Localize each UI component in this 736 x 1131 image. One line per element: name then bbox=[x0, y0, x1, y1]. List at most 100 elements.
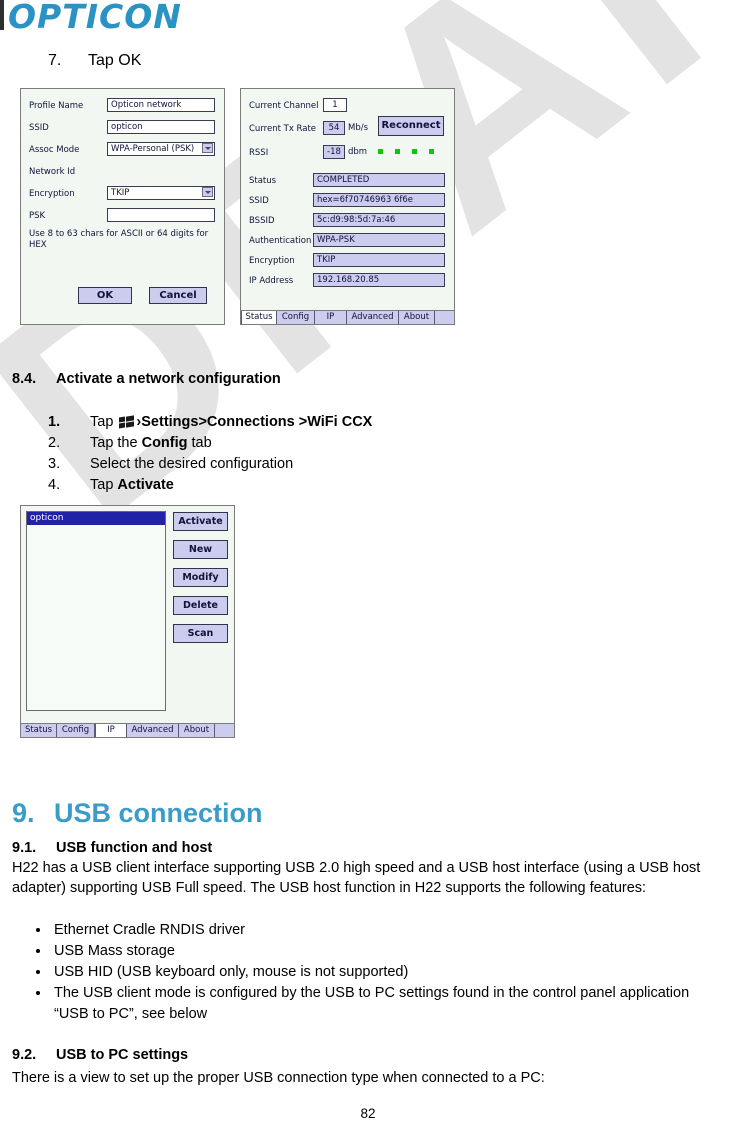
screenshot-wifi-profile: Profile Name Opticon network SSID optico… bbox=[20, 88, 455, 328]
step-item: 3. Select the desired configuration bbox=[48, 454, 372, 475]
list-item[interactable]: opticon bbox=[27, 512, 165, 525]
step-item: 2. Tap the Config tab bbox=[48, 433, 372, 454]
tab-ip[interactable]: IP bbox=[315, 311, 347, 324]
page-header: OPTICON bbox=[0, 0, 736, 36]
page-number: 82 bbox=[360, 1106, 376, 1121]
step-number: 2. bbox=[48, 435, 61, 451]
bullet-icon bbox=[36, 949, 40, 953]
tx-rate-label: Current Tx Rate bbox=[249, 124, 317, 134]
bullet-text: Ethernet Cradle RNDIS driver bbox=[54, 922, 245, 938]
chevron-down-icon[interactable] bbox=[202, 143, 213, 153]
document-page: OPTICON 7. Tap OK Profile Name Opticon ne… bbox=[0, 0, 736, 1131]
chevron-down-icon[interactable] bbox=[202, 187, 213, 197]
step-text-pre: Tap bbox=[90, 477, 118, 493]
tab-config[interactable]: Config bbox=[57, 724, 95, 737]
bullet-icon bbox=[36, 970, 40, 974]
screenshot-config-list: opticon Activate New Modify Delete Scan … bbox=[20, 505, 235, 738]
step-text-pre: Select the desired configuration bbox=[90, 456, 294, 472]
tab-config[interactable]: Config bbox=[277, 311, 315, 324]
step-text-pre: Tap bbox=[90, 414, 118, 430]
tab-ip[interactable]: IP bbox=[95, 724, 127, 737]
authentication-value: WPA-PSK bbox=[313, 233, 445, 247]
status-ssid-label: SSID bbox=[249, 196, 269, 206]
paragraph-9-1: H22 has a USB client interface supportin… bbox=[12, 860, 701, 896]
steps-8-4: 1. Tap ›Settings>Connections >WiFi CCX 2.… bbox=[48, 412, 372, 496]
tab-about[interactable]: About bbox=[179, 724, 215, 737]
profile-name-input[interactable]: Opticon network bbox=[107, 98, 215, 112]
heading-9-1-number: 9.1. bbox=[12, 840, 37, 856]
authentication-label: Authentication bbox=[249, 236, 312, 246]
psk-hint: Use 8 to 63 chars for ASCII or 64 digits… bbox=[29, 229, 209, 250]
heading-9-number: 9. bbox=[12, 798, 35, 828]
tx-rate-unit: Mb/s bbox=[348, 123, 369, 133]
rssi-value: -18 bbox=[323, 145, 345, 159]
scan-button[interactable]: Scan bbox=[173, 624, 228, 643]
step-number: 3. bbox=[48, 456, 61, 472]
config-dialog-tabbar: Status Config IP Advanced About bbox=[21, 723, 234, 737]
tab-status[interactable]: Status bbox=[241, 311, 277, 324]
heading-8-4-number: 8.4. bbox=[12, 371, 37, 387]
list-item: USB HID (USB keyboard only, mouse is not… bbox=[12, 962, 728, 983]
status-encryption-label: Encryption bbox=[249, 256, 295, 266]
ok-button[interactable]: OK bbox=[78, 287, 132, 304]
bullet-text: USB Mass storage bbox=[54, 943, 175, 959]
wifi-status-dialog: Current Channel 1 Current Tx Rate 54 Mb/… bbox=[240, 88, 455, 325]
windows-flag-icon bbox=[119, 415, 135, 429]
psk-label: PSK bbox=[29, 211, 46, 221]
bullet-text: USB HID (USB keyboard only, mouse is not… bbox=[54, 964, 409, 980]
psk-input[interactable] bbox=[107, 208, 215, 222]
signal-bar-icon bbox=[378, 149, 383, 154]
step-text-bold: Config bbox=[141, 435, 188, 451]
assoc-mode-select[interactable]: WPA-Personal (PSK) bbox=[107, 142, 215, 156]
heading-9-2-number: 9.2. bbox=[12, 1047, 37, 1063]
logo-accent-bar bbox=[0, 0, 4, 30]
heading-9-1: 9.1. USB function and host bbox=[12, 840, 212, 856]
tx-rate-value: 54 bbox=[323, 121, 345, 135]
heading-9-1-title: USB function and host bbox=[56, 840, 213, 856]
step-text-bold: ›Settings>Connections >WiFi CCX bbox=[136, 414, 373, 430]
delete-button[interactable]: Delete bbox=[173, 596, 228, 615]
step-7-text: Tap OK bbox=[88, 52, 142, 69]
heading-9-2-title: USB to PC settings bbox=[56, 1047, 189, 1063]
tab-status[interactable]: Status bbox=[21, 724, 57, 737]
ip-address-label: IP Address bbox=[249, 276, 294, 286]
heading-9: 9. USB connection bbox=[12, 798, 263, 829]
tab-advanced[interactable]: Advanced bbox=[127, 724, 179, 737]
status-encryption-value: TKIP bbox=[313, 253, 445, 267]
bullets-9-1: Ethernet Cradle RNDIS driver USB Mass st… bbox=[12, 920, 728, 1025]
status-value: COMPLETED bbox=[313, 173, 445, 187]
rssi-unit: dbm bbox=[348, 147, 368, 157]
new-button[interactable]: New bbox=[173, 540, 228, 559]
step-number: 4. bbox=[48, 477, 61, 493]
bullet-text: The USB client mode is configured by the… bbox=[54, 985, 690, 1022]
assoc-mode-label: Assoc Mode bbox=[29, 145, 80, 155]
step-item: 1. Tap ›Settings>Connections >WiFi CCX bbox=[48, 412, 372, 433]
step-text-bold: Activate bbox=[117, 477, 174, 493]
signal-bar-icon bbox=[395, 149, 400, 154]
list-item: USB Mass storage bbox=[12, 941, 728, 962]
cancel-button[interactable]: Cancel bbox=[149, 287, 207, 304]
activate-button[interactable]: Activate bbox=[173, 512, 228, 531]
paragraph-9-2: There is a view to set up the proper USB… bbox=[12, 1070, 545, 1086]
profile-dialog: Profile Name Opticon network SSID optico… bbox=[20, 88, 225, 325]
bullet-icon bbox=[36, 928, 40, 932]
ssid-input[interactable]: opticon bbox=[107, 120, 215, 134]
status-label: Status bbox=[249, 176, 277, 186]
tab-about[interactable]: About bbox=[399, 311, 435, 324]
tab-advanced[interactable]: Advanced bbox=[347, 311, 399, 324]
modify-button[interactable]: Modify bbox=[173, 568, 228, 587]
bssid-label: BSSID bbox=[249, 216, 275, 226]
list-item: The USB client mode is configured by the… bbox=[12, 983, 728, 1025]
step-item: 4. Tap Activate bbox=[48, 475, 372, 496]
reconnect-button[interactable]: Reconnect bbox=[378, 116, 444, 136]
status-dialog-tabbar: Status Config IP Advanced About bbox=[241, 310, 454, 324]
rssi-label: RSSI bbox=[249, 148, 269, 158]
opticon-logo: OPTICON bbox=[8, 0, 182, 36]
heading-8-4: 8.4. Activate a network configuration bbox=[12, 371, 281, 387]
status-ssid-value: hex=6f70746963 6f6e bbox=[313, 193, 445, 207]
heading-9-title: USB connection bbox=[54, 798, 263, 828]
signal-bar-icon bbox=[412, 149, 417, 154]
heading-9-2: 9.2. USB to PC settings bbox=[12, 1047, 188, 1063]
configuration-listbox[interactable]: opticon bbox=[26, 511, 166, 711]
encryption-select[interactable]: TKIP bbox=[107, 186, 215, 200]
